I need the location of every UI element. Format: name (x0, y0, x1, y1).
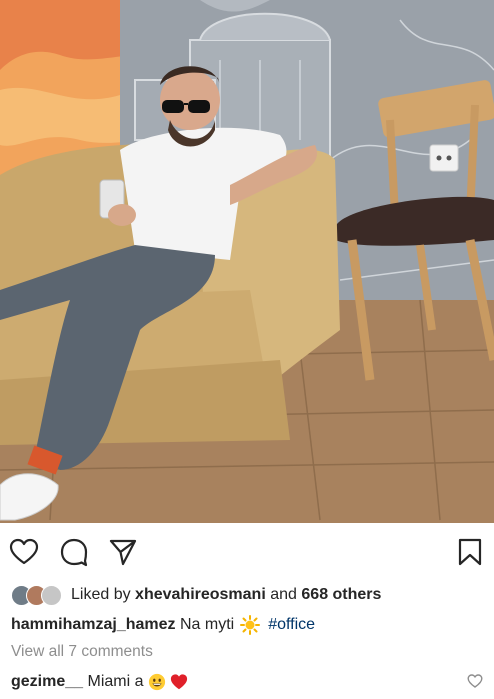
bookmark-icon (458, 538, 482, 566)
comment-button[interactable] (59, 537, 89, 567)
red-heart-emoji-icon (170, 674, 187, 690)
liker-avatars (11, 584, 62, 606)
comment-username-link[interactable]: gezime__ (11, 673, 83, 691)
grinning-emoji-icon (148, 673, 165, 691)
save-button[interactable] (455, 537, 485, 567)
liked-by-label: Liked by (71, 586, 131, 603)
post-caption: hammihamzaj_hamez Na myti #office (11, 613, 315, 637)
likes-summary[interactable]: Liked by xhevahireosmani and 668 others (11, 582, 381, 608)
paper-plane-icon (109, 539, 137, 566)
view-all-comments-link[interactable]: View all 7 comments (11, 643, 153, 661)
post-photo[interactable] (0, 0, 494, 523)
share-button[interactable] (108, 537, 138, 567)
caption-text: Na myti (179, 616, 235, 633)
like-button[interactable] (9, 537, 39, 567)
comment-text: Miami a (87, 673, 144, 690)
caption-username-link[interactable]: hammihamzaj_hamez (11, 616, 176, 634)
liked-and-label: and (270, 586, 297, 603)
likes-count-link[interactable]: 668 others (301, 586, 381, 604)
comment-like-button[interactable] (467, 673, 483, 689)
sun-emoji-icon (240, 615, 261, 635)
post-image (0, 0, 494, 523)
post-actions-bar (0, 523, 494, 575)
heart-outline-icon (9, 538, 39, 565)
comment-bubble-icon (60, 538, 88, 567)
comment-item: gezime__ Miami a (11, 670, 188, 694)
hashtag-office-link[interactable]: #office (268, 616, 315, 634)
avatar (41, 584, 62, 606)
liked-user-link[interactable]: xhevahireosmani (135, 586, 266, 604)
